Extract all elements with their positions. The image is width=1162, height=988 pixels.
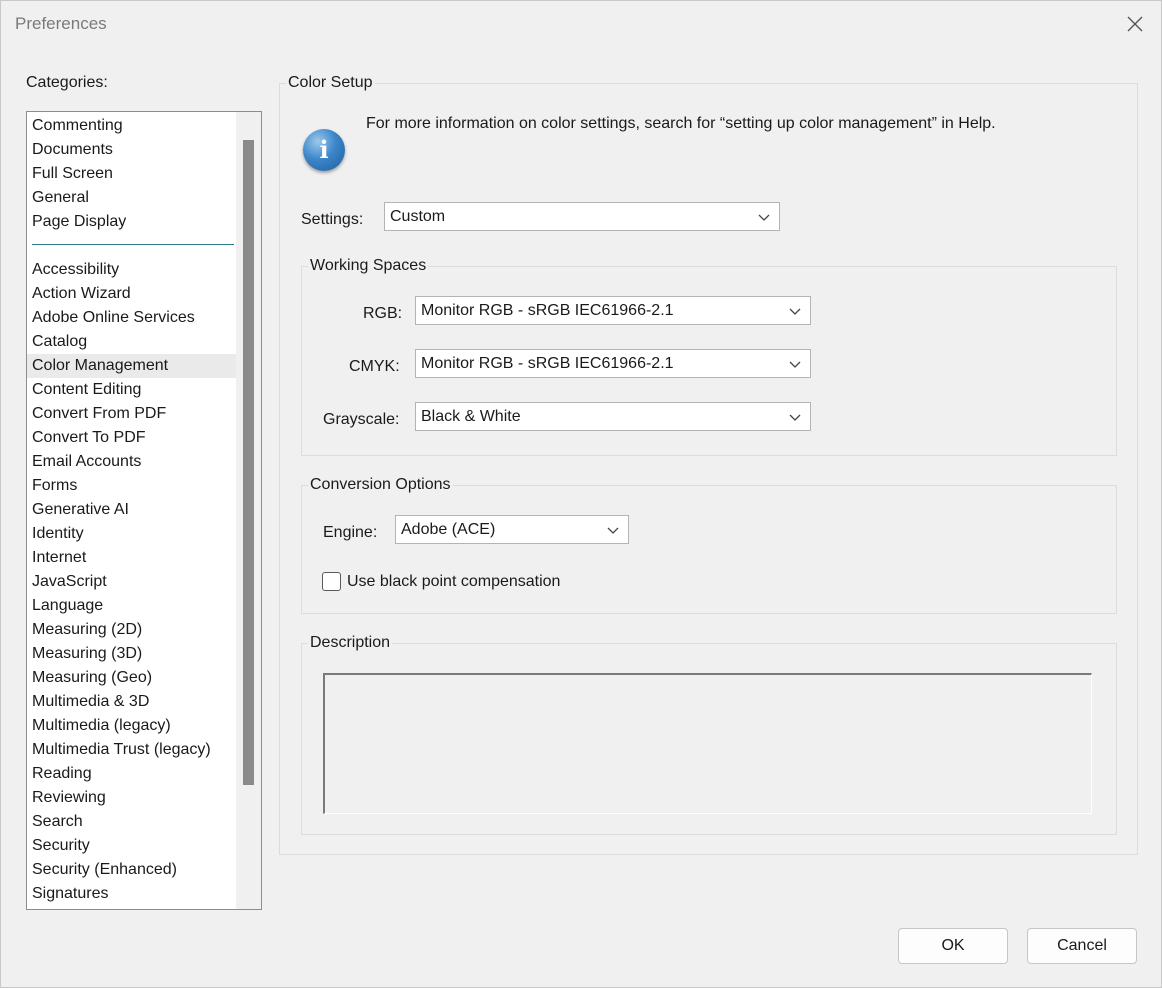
engine-value: Adobe (ACE) bbox=[401, 521, 496, 538]
category-item[interactable]: Security (Enhanced) bbox=[27, 858, 239, 882]
category-item[interactable]: Reading bbox=[27, 762, 239, 786]
categories-separator bbox=[32, 244, 234, 245]
category-item[interactable]: Reviewing bbox=[27, 786, 239, 810]
working-spaces-title: Working Spaces bbox=[308, 257, 429, 275]
chevron-down-icon bbox=[788, 304, 802, 318]
preferences-dialog: Preferences Categories: Commenting Docume… bbox=[0, 0, 1162, 988]
category-item[interactable]: Forms bbox=[27, 474, 239, 498]
grayscale-dropdown[interactable]: Black & White bbox=[415, 402, 811, 431]
rgb-dropdown[interactable]: Monitor RGB - sRGB IEC61966-2.1 bbox=[415, 296, 811, 325]
chevron-down-icon bbox=[606, 523, 620, 537]
category-item[interactable]: General bbox=[27, 186, 239, 210]
categories-list[interactable]: Commenting Documents Full Screen General Pag… bbox=[26, 111, 262, 910]
category-item[interactable]: Identity bbox=[27, 522, 239, 546]
category-item[interactable]: Commenting bbox=[27, 114, 239, 138]
category-item[interactable]: Content Editing bbox=[27, 378, 239, 402]
cmyk-value: Monitor RGB - sRGB IEC61966-2.1 bbox=[421, 355, 674, 372]
category-item[interactable]: Accessibility bbox=[27, 258, 239, 282]
categories-scrollbar-thumb[interactable] bbox=[243, 140, 254, 785]
category-item[interactable]: Email Accounts bbox=[27, 450, 239, 474]
chevron-down-icon bbox=[788, 357, 802, 371]
black-point-checkbox[interactable] bbox=[322, 572, 341, 591]
title-bar: Preferences bbox=[1, 1, 1161, 47]
rgb-value: Monitor RGB - sRGB IEC61966-2.1 bbox=[421, 302, 674, 319]
conversion-options-group bbox=[301, 485, 1117, 614]
category-item[interactable]: Signatures bbox=[27, 882, 239, 906]
settings-label: Settings: bbox=[301, 211, 364, 228]
category-item[interactable]: Search bbox=[27, 810, 239, 834]
engine-dropdown[interactable]: Adobe (ACE) bbox=[395, 515, 629, 544]
category-item[interactable]: Full Screen bbox=[27, 162, 239, 186]
chevron-down-icon bbox=[788, 410, 802, 424]
category-item[interactable]: Measuring (Geo) bbox=[27, 666, 239, 690]
category-item[interactable]: Multimedia Trust (legacy) bbox=[27, 738, 239, 762]
chevron-down-icon bbox=[757, 210, 771, 224]
category-item[interactable]: Security bbox=[27, 834, 239, 858]
color-setup-title: Color Setup bbox=[286, 74, 375, 92]
rgb-label: RGB: bbox=[363, 305, 403, 322]
categories-label: Categories: bbox=[26, 74, 108, 91]
category-item-selected[interactable]: Color Management bbox=[27, 354, 239, 378]
cmyk-dropdown[interactable]: Monitor RGB - sRGB IEC61966-2.1 bbox=[415, 349, 811, 378]
ok-button[interactable]: OK bbox=[898, 928, 1008, 964]
engine-label: Engine: bbox=[323, 524, 378, 541]
category-item[interactable]: Internet bbox=[27, 546, 239, 570]
category-item[interactable]: Measuring (3D) bbox=[27, 642, 239, 666]
category-item[interactable]: Action Wizard bbox=[27, 282, 239, 306]
info-icon: i bbox=[303, 129, 345, 171]
grayscale-label: Grayscale: bbox=[323, 411, 400, 428]
close-icon[interactable] bbox=[1125, 14, 1145, 34]
cancel-button[interactable]: Cancel bbox=[1027, 928, 1137, 964]
category-item[interactable]: Catalog bbox=[27, 330, 239, 354]
category-item[interactable]: Convert From PDF bbox=[27, 402, 239, 426]
black-point-label[interactable]: Use black point compensation bbox=[347, 573, 560, 591]
category-item[interactable]: Language bbox=[27, 594, 239, 618]
category-item[interactable]: Convert To PDF bbox=[27, 426, 239, 450]
info-text: For more information on color settings, … bbox=[366, 115, 996, 132]
conversion-options-title: Conversion Options bbox=[308, 476, 453, 494]
category-item[interactable]: JavaScript bbox=[27, 570, 239, 594]
description-title: Description bbox=[308, 634, 393, 652]
settings-value: Custom bbox=[390, 208, 446, 225]
category-item[interactable]: Multimedia (legacy) bbox=[27, 714, 239, 738]
settings-dropdown[interactable]: Custom bbox=[384, 202, 780, 231]
category-item[interactable]: Multimedia & 3D bbox=[27, 690, 239, 714]
category-item[interactable]: Generative AI bbox=[27, 498, 239, 522]
category-item[interactable]: Adobe Online Services bbox=[27, 306, 239, 330]
category-item[interactable]: Page Display bbox=[27, 210, 239, 234]
category-item[interactable]: Measuring (2D) bbox=[27, 618, 239, 642]
category-item[interactable]: Documents bbox=[27, 138, 239, 162]
grayscale-value: Black & White bbox=[421, 408, 521, 425]
window-title: Preferences bbox=[15, 14, 107, 33]
description-box bbox=[323, 673, 1092, 814]
cmyk-label: CMYK: bbox=[349, 358, 400, 375]
